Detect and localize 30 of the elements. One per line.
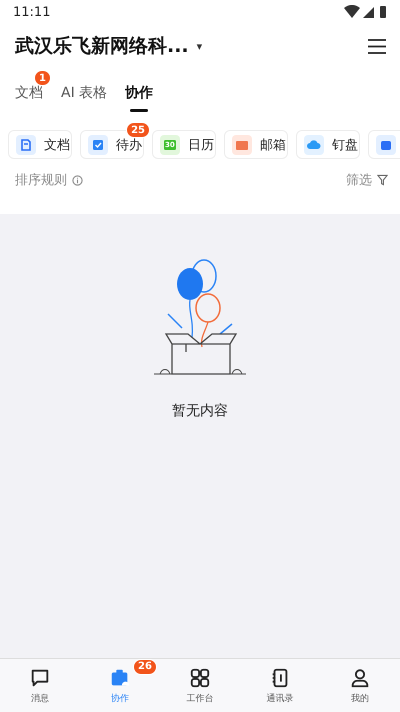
person-icon bbox=[349, 666, 371, 688]
drive-icon bbox=[304, 134, 324, 154]
tab[interactable]: AI 表格 bbox=[61, 76, 108, 112]
nav-tab[interactable]: 消息 bbox=[29, 666, 51, 704]
todo-icon bbox=[88, 134, 108, 154]
nav-tab[interactable]: 协作 bbox=[109, 666, 131, 704]
video-icon bbox=[376, 134, 396, 154]
count-badge: 26 bbox=[133, 658, 157, 674]
sort-rule-label[interactable]: 排序规则 bbox=[15, 171, 67, 189]
empty-message: 暂无内容 bbox=[172, 402, 228, 420]
shortcut-chip[interactable]: 文档 bbox=[8, 130, 72, 159]
nav-tab[interactable]: 通讯录 bbox=[266, 666, 294, 704]
count-badge: 25 bbox=[126, 122, 150, 138]
shortcut-chip[interactable]: 邮箱 bbox=[224, 130, 288, 159]
tab[interactable]: 协作 bbox=[125, 76, 154, 112]
menu-icon[interactable] bbox=[368, 38, 386, 54]
shortcut-chip[interactable]: 钉盘 bbox=[296, 130, 360, 159]
mail-icon bbox=[232, 134, 252, 154]
nav-tab[interactable]: 我的 bbox=[349, 666, 371, 704]
info-icon[interactable] bbox=[72, 174, 83, 186]
dropdown-caret[interactable]: ▾ bbox=[196, 40, 202, 52]
filter-icon[interactable] bbox=[377, 174, 388, 186]
nav-tab[interactable]: 工作台 bbox=[186, 666, 214, 704]
grid-icon bbox=[189, 666, 211, 688]
filter-label[interactable]: 筛选 bbox=[346, 171, 372, 189]
org-title[interactable]: 武汉乐飞新网络科... bbox=[15, 33, 189, 59]
doc-icon bbox=[16, 134, 36, 154]
count-badge: 1 bbox=[34, 70, 51, 86]
status-icons bbox=[344, 5, 388, 19]
status-time: 11:11 bbox=[13, 4, 50, 20]
